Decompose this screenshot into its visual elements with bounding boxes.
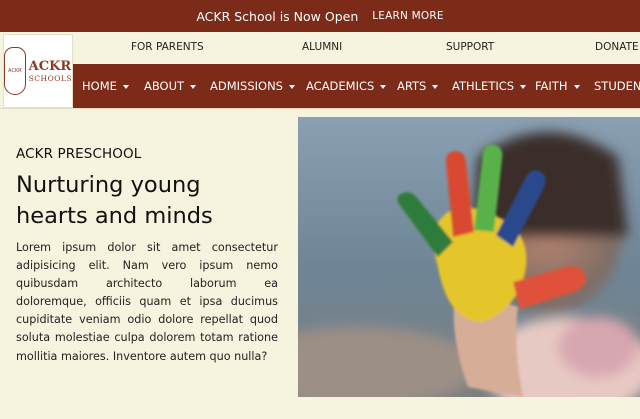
nav-for-parents[interactable]: FOR PARENTS xyxy=(131,41,204,53)
announcement-message: ACKR School is Now Open xyxy=(196,8,359,24)
hero-image xyxy=(298,117,640,397)
secondary-nav: FOR PARENTS ALUMNI SUPPORT DONATE xyxy=(73,34,640,62)
nav-arts[interactable]: ARTS xyxy=(397,79,439,93)
learn-more-link[interactable]: LEARN MORE xyxy=(372,10,443,22)
nav-faith-label: FAITH xyxy=(535,79,568,93)
nav-alumni[interactable]: ALUMNI xyxy=(302,41,342,53)
nav-about-label: ABOUT xyxy=(144,79,185,93)
nav-student[interactable]: STUDENT xyxy=(594,79,640,93)
hero-headline-line1: Nurturing young xyxy=(16,172,201,198)
nav-admissions-label: ADMISSIONS xyxy=(210,79,283,93)
nav-athletics-label: ATHLETICS xyxy=(452,79,515,93)
nav-arts-label: ARTS xyxy=(397,79,427,93)
chevron-down-icon xyxy=(122,84,129,89)
hero-headline: Nurturing young hearts and minds xyxy=(16,170,278,232)
nav-donate[interactable]: DONATE xyxy=(595,41,639,53)
nav-home[interactable]: HOME xyxy=(82,79,129,93)
chevron-down-icon xyxy=(380,84,387,89)
nav-about[interactable]: ABOUT xyxy=(144,79,197,93)
nav-home-label: HOME xyxy=(82,79,117,93)
announcement-bar: ACKR School is Now Open LEARN MORE xyxy=(0,0,640,32)
nav-athletics[interactable]: ATHLETICS xyxy=(452,79,527,93)
chevron-down-icon xyxy=(432,84,439,89)
logo-wordmark: ACKR SCHOOLS xyxy=(28,58,72,83)
hero-text: ACKR PRESCHOOL Nurturing young hearts and… xyxy=(16,146,278,366)
nav-support[interactable]: SUPPORT xyxy=(446,41,494,53)
chevron-down-icon xyxy=(520,84,527,89)
hero-body: Lorem ipsum dolor sit amet consectetur a… xyxy=(16,241,278,363)
nav-academics[interactable]: ACADEMICS xyxy=(306,79,387,93)
nav-admissions[interactable]: ADMISSIONS xyxy=(210,79,295,93)
crest-text: ACKR xyxy=(8,68,22,74)
hero-eyebrow: ACKR PRESCHOOL xyxy=(16,146,142,162)
header-divider xyxy=(0,108,640,109)
chevron-down-icon xyxy=(573,84,580,89)
nav-academics-label: ACADEMICS xyxy=(306,79,375,93)
chevron-down-icon xyxy=(190,84,197,89)
logo-tagline: SCHOOLS xyxy=(28,73,72,83)
chevron-down-icon xyxy=(288,84,295,89)
nav-student-label: STUDENT xyxy=(594,79,640,93)
nav-faith[interactable]: FAITH xyxy=(535,79,580,93)
main-nav: HOME ABOUT ADMISSIONS ACADEMICS ARTS ATH… xyxy=(73,64,640,108)
crest-icon: ACKR xyxy=(4,47,26,95)
hero-headline-line2: hearts and minds xyxy=(16,203,213,229)
painted-hand-photo xyxy=(298,117,640,397)
logo-name: ACKR xyxy=(28,58,72,74)
school-logo[interactable]: ACKR ACKR SCHOOLS xyxy=(3,34,73,108)
